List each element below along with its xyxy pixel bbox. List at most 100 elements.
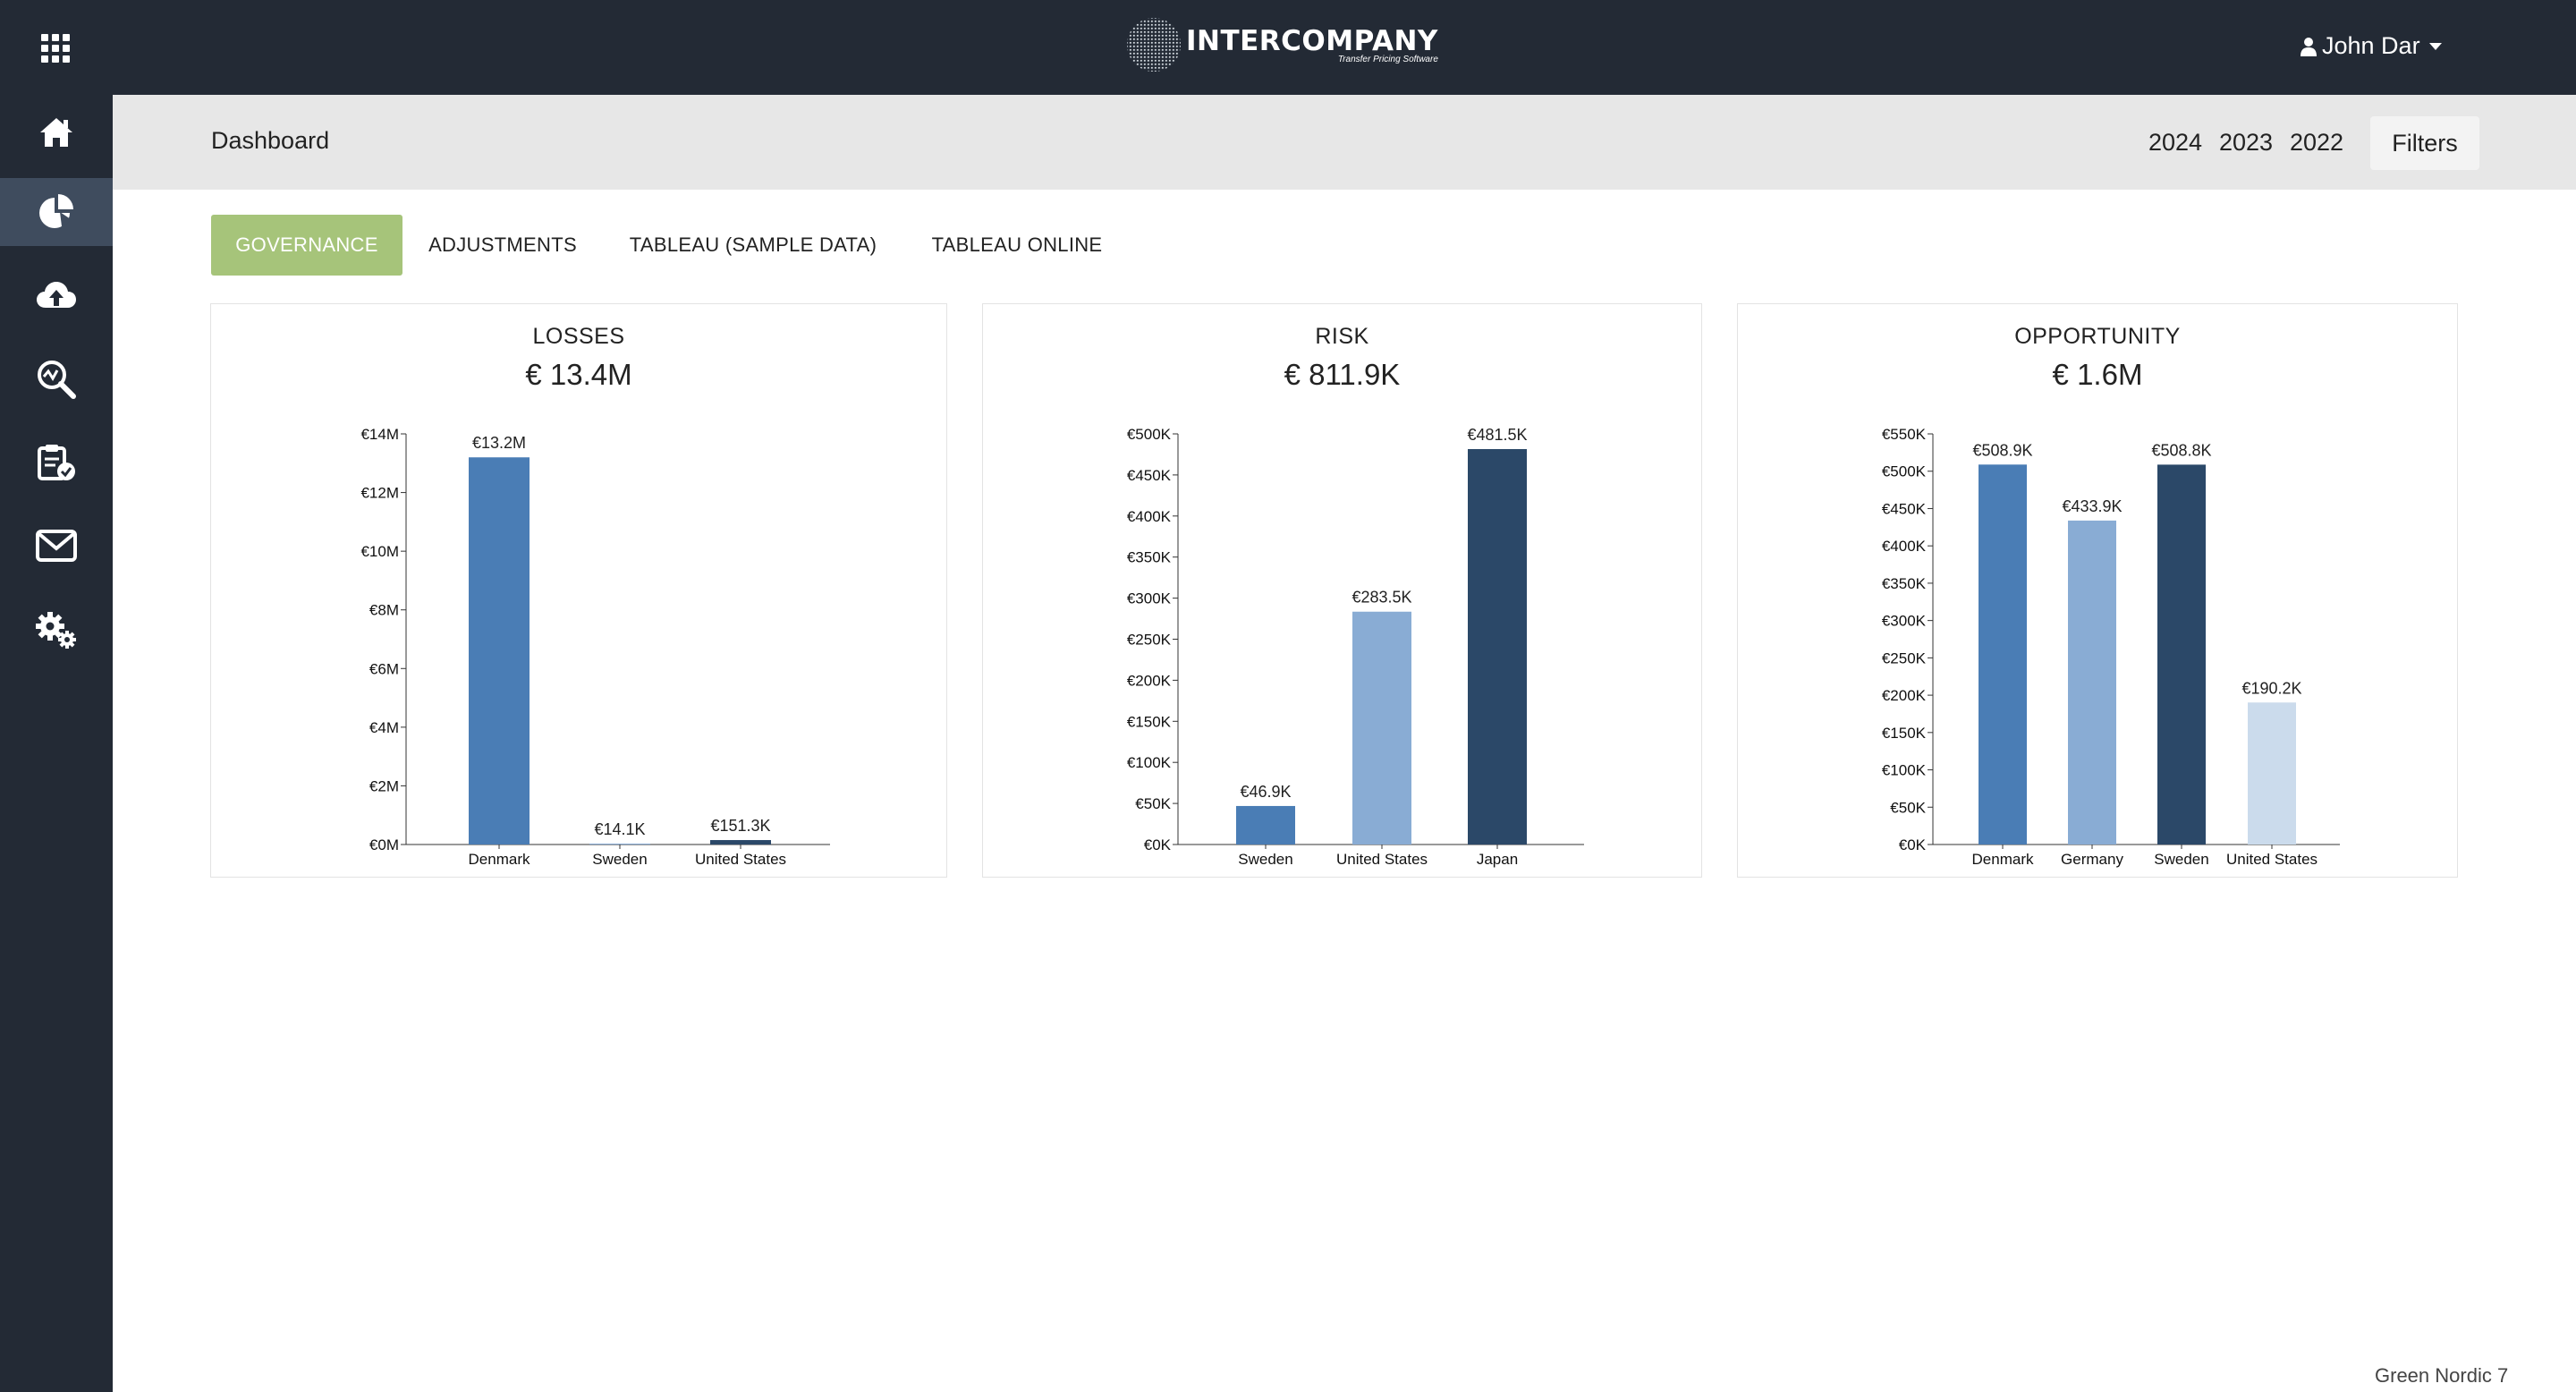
user-menu-dropdown[interactable]: John Dar [2301, 32, 2442, 60]
bar-value-label: €13.2M [472, 434, 526, 452]
y-tick-label: €10M [360, 543, 399, 560]
pie-chart-icon [39, 194, 73, 228]
y-tick-label: €50K [1135, 795, 1171, 812]
y-tick-label: €400K [1882, 538, 1927, 555]
bar-value-label: €481.5K [1467, 426, 1527, 444]
cloud-upload-icon [37, 282, 76, 308]
sidebar-item-messages[interactable] [0, 512, 113, 580]
filters-button[interactable]: Filters [2370, 116, 2479, 170]
y-tick-label: €300K [1882, 613, 1927, 630]
mail-icon [36, 530, 77, 562]
opportunity-bar-chart: €0K €50K €100K €150K €200K €250K €300K €350K €40… [1882, 426, 2340, 868]
bar-value-label: €433.9K [2062, 497, 2122, 515]
page-title: Dashboard [211, 127, 330, 154]
y-tick-label: €350K [1127, 549, 1172, 566]
bar [1979, 464, 2027, 845]
sidebar-item-upload[interactable] [0, 261, 113, 329]
y-tick-label: €100K [1127, 754, 1172, 771]
bar-value-label: €190.2K [2241, 679, 2301, 697]
y-tick-label: €250K [1882, 649, 1927, 666]
x-category-label: United States [695, 851, 786, 868]
tab-tableau-online[interactable]: TABLEAU ONLINE [916, 215, 1118, 276]
opportunity-card: OPPORTUNITY € 1.6M €0K €50K €100K €150K €200… [1737, 303, 2458, 878]
y-tick-label: €500K [1127, 426, 1172, 443]
page-header: Dashboard 2024 2023 2022 Filters [113, 95, 2576, 190]
x-category-label: United States [1336, 851, 1428, 868]
clipboard-check-icon [38, 445, 75, 480]
apps-grid-icon[interactable] [41, 34, 70, 63]
x-category-label: Sweden [1238, 851, 1292, 868]
bar [589, 844, 650, 845]
y-tick-label: €250K [1127, 632, 1172, 649]
sidebar-item-settings[interactable] [0, 595, 113, 663]
year-2022-filter[interactable]: 2022 [2290, 129, 2343, 157]
x-category-label: United States [2226, 851, 2318, 868]
bar [1236, 805, 1295, 845]
y-tick-label: €100K [1882, 762, 1927, 779]
y-tick-label: €0K [1899, 836, 1927, 853]
settings-gears-icon [36, 612, 76, 649]
bar [2157, 464, 2206, 845]
sidebar-item-home[interactable] [0, 98, 113, 166]
y-tick-label: €150K [1127, 713, 1172, 730]
top-navbar: INTERCOMPANY Transfer Pricing Software J… [0, 0, 2576, 95]
y-tick-label: €550K [1882, 426, 1927, 443]
logo-name: INTERCOMPANY [1186, 24, 1438, 57]
bar-value-label: €151.3K [710, 817, 770, 835]
sidebar-item-analytics[interactable] [0, 345, 113, 413]
tab-adjustments[interactable]: ADJUSTMENTS [413, 215, 592, 276]
y-tick-label: €500K [1882, 463, 1927, 480]
x-category-label: Japan [1477, 851, 1518, 868]
logo-tagline: Transfer Pricing Software [1337, 54, 1438, 64]
bar-value-label: €508.9K [1972, 441, 2032, 459]
y-tick-label: €200K [1882, 687, 1927, 704]
y-tick-label: €4M [369, 719, 399, 736]
y-tick-label: €12M [360, 485, 399, 502]
bar [2068, 520, 2116, 845]
bar-value-label: €508.8K [2151, 441, 2211, 459]
year-2024-filter[interactable]: 2024 [2148, 129, 2202, 157]
losses-card: LOSSES € 13.4M €0M €2M €4M €6M €8M €10M €12M €1… [210, 303, 947, 878]
user-name: John Dar [2322, 32, 2420, 59]
x-category-label: Denmark [1972, 851, 2034, 868]
x-category-label: Sweden [2154, 851, 2208, 868]
risk-card: RISK € 811.9K €0K €50K €100K €150K €200K €250… [982, 303, 1702, 878]
bar-value-label: €14.1K [594, 820, 645, 838]
y-tick-label: €50K [1890, 799, 1926, 816]
y-tick-label: €0K [1144, 836, 1172, 853]
sidebar [0, 95, 113, 1392]
x-category-label: Denmark [469, 851, 530, 868]
bar [469, 457, 530, 845]
y-tick-label: €150K [1882, 725, 1927, 742]
y-tick-label: €400K [1127, 508, 1172, 525]
footer-version: Green Nordic 7 [2375, 1364, 2509, 1387]
y-tick-label: €300K [1127, 590, 1172, 607]
x-category-label: Germany [2061, 851, 2123, 868]
sidebar-item-dashboard[interactable] [0, 178, 113, 246]
y-tick-label: €0M [369, 836, 399, 853]
sidebar-item-reports[interactable] [0, 429, 113, 497]
y-tick-label: €2M [369, 777, 399, 794]
bar-value-label: €46.9K [1240, 783, 1291, 801]
globe-logo-icon [1127, 18, 1181, 72]
y-tick-label: €14M [360, 426, 399, 443]
bar [2248, 702, 2296, 845]
y-tick-label: €350K [1882, 575, 1927, 592]
app-logo[interactable]: INTERCOMPANY Transfer Pricing Software [1125, 13, 1438, 77]
analytics-search-icon [38, 361, 76, 399]
user-icon [2301, 37, 2317, 56]
y-tick-label: €450K [1882, 500, 1927, 517]
y-tick-label: €450K [1127, 467, 1172, 484]
tab-tableau-sample-data[interactable]: TABLEAU (SAMPLE DATA) [614, 215, 893, 276]
chevron-down-icon [2428, 42, 2442, 50]
bar [710, 840, 771, 845]
bar [1352, 611, 1411, 845]
y-tick-label: €8M [369, 602, 399, 619]
year-2023-filter[interactable]: 2023 [2219, 129, 2273, 157]
bar-value-label: €283.5K [1352, 589, 1411, 607]
bar [1468, 448, 1527, 845]
y-tick-label: €6M [369, 660, 399, 677]
tab-governance[interactable]: GOVERNANCE [211, 215, 402, 276]
losses-bar-chart: €0M €2M €4M €6M €8M €10M €12M €14M €13.2M Denmark… [360, 426, 830, 868]
risk-bar-chart: €0K €50K €100K €150K €200K €250K €300K €350K €40… [1127, 426, 1584, 868]
